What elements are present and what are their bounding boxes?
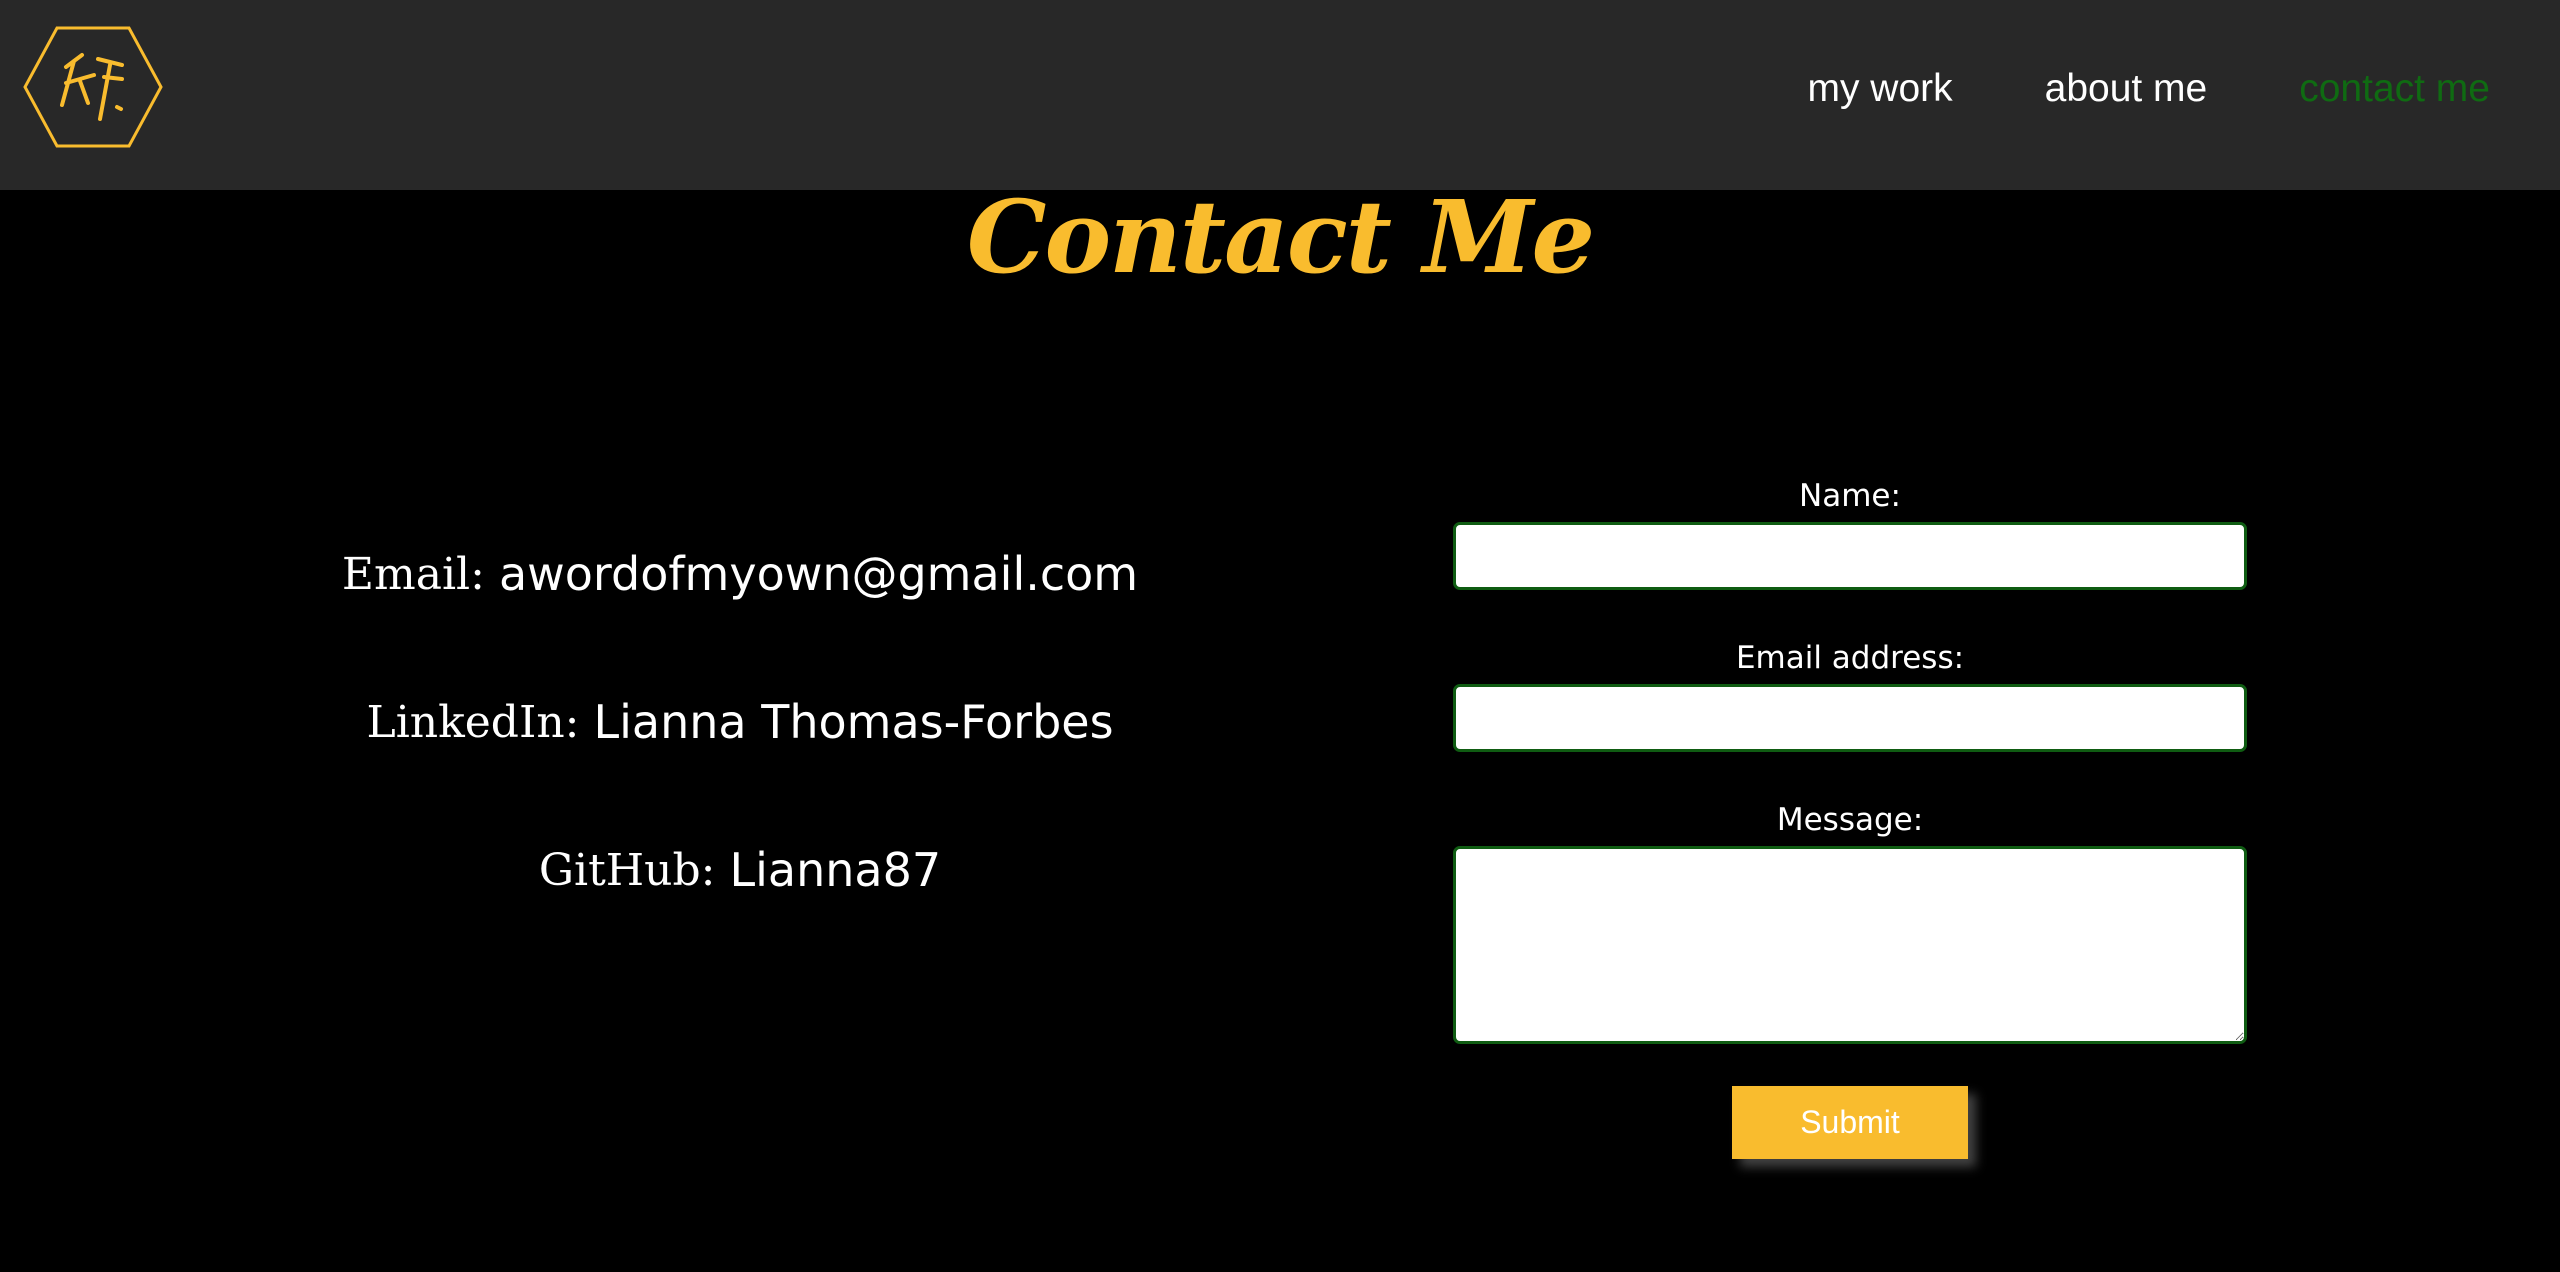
contact-github-label: GitHub: [538,844,716,896]
nav-link-about-me[interactable]: about me [2045,67,2208,111]
email-field[interactable] [1453,684,2247,752]
contact-linkedin-label: LinkedIn: [366,696,580,748]
contact-github-value[interactable]: Lianna87 [729,843,941,897]
nav-link-my-work[interactable]: my work [1807,67,1952,111]
contact-linkedin-value[interactable]: Lianna Thomas-Forbes [594,695,1114,749]
contact-github-row: GitHub: Lianna87 [280,796,1200,944]
main-nav: my work about me contact me [1807,0,2490,178]
name-field-label: Name: [1799,478,1901,514]
contact-info-list: Email: awordofmyown@gmail.com LinkedIn: … [280,500,1200,944]
contact-email-label: Email: [341,548,485,600]
message-field[interactable] [1453,846,2247,1044]
submit-button[interactable]: Submit [1732,1086,1968,1159]
hexagon-logo-icon[interactable] [22,25,164,150]
contact-form: Name: Email address: Message: Submit [1453,470,2247,1159]
contact-email-row: Email: awordofmyown@gmail.com [280,500,1200,648]
contact-email-value[interactable]: awordofmyown@gmail.com [499,547,1138,601]
name-field[interactable] [1453,522,2247,590]
contact-linkedin-row: LinkedIn: Lianna Thomas-Forbes [280,648,1200,796]
email-field-label: Email address: [1735,640,1965,676]
message-field-label: Message: [1776,802,1924,838]
navbar: my work about me contact me [0,0,2560,190]
nav-link-contact-me[interactable]: contact me [2299,67,2490,111]
page-title: Contact Me [966,178,1595,296]
